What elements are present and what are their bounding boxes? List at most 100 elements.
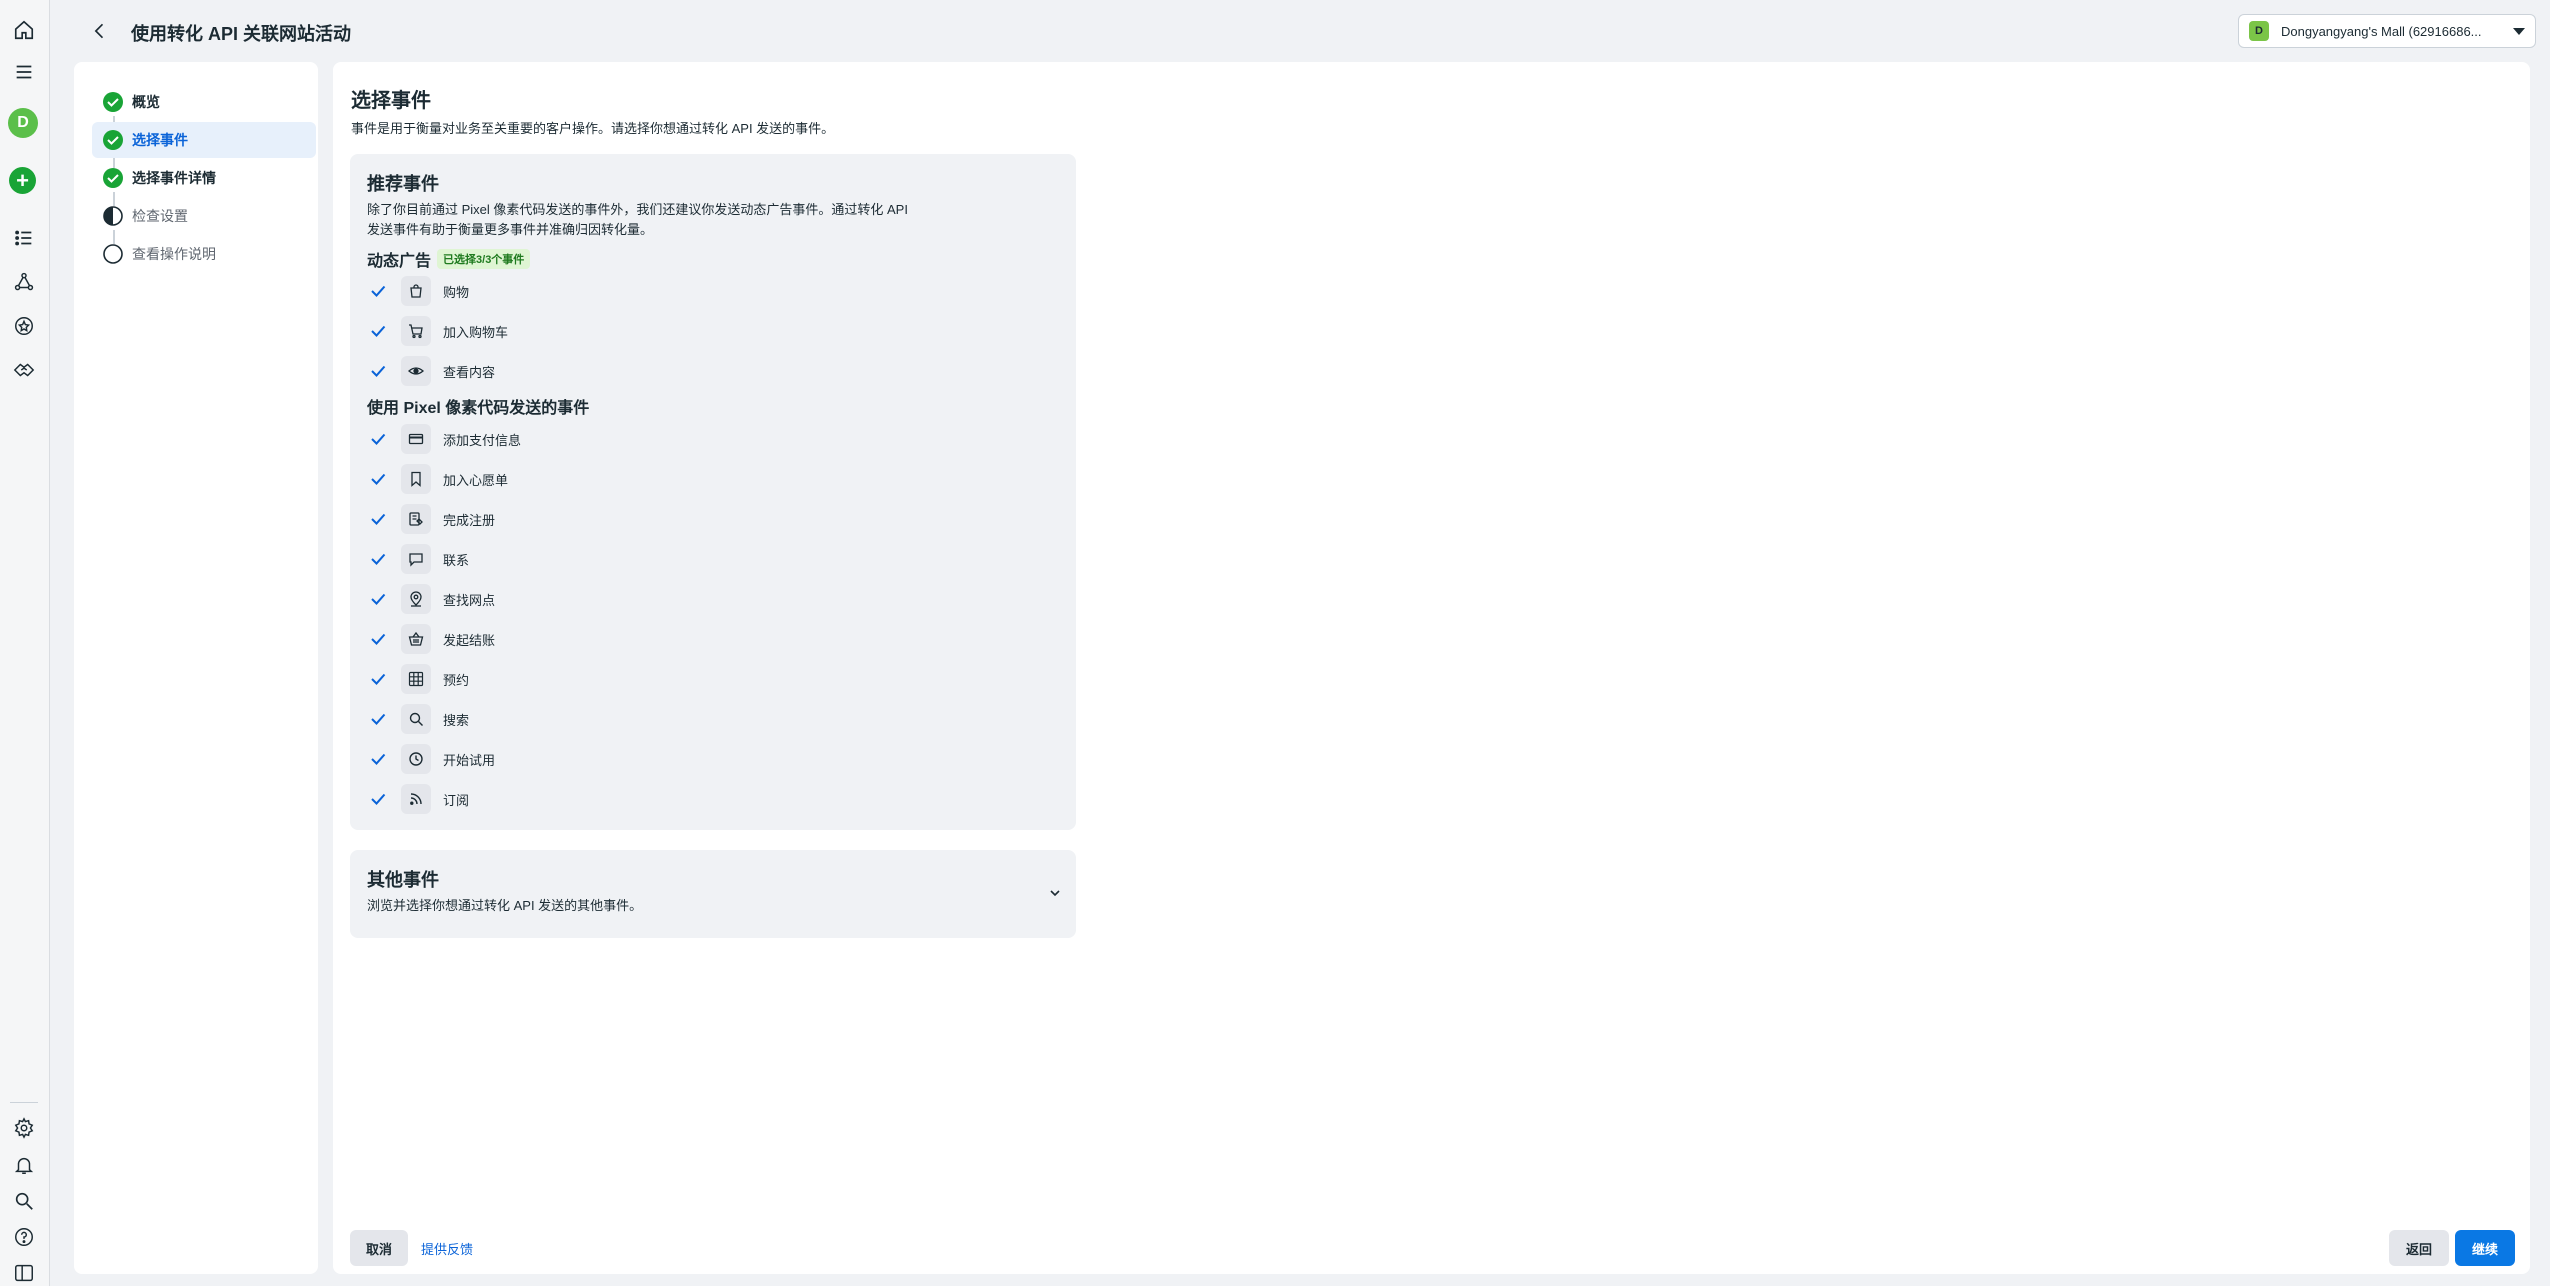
checkbox[interactable] <box>367 548 389 570</box>
feedback-link[interactable]: 提供反馈 <box>409 1230 485 1266</box>
empty-circle-icon <box>103 244 123 264</box>
checkbox[interactable] <box>367 788 389 810</box>
location-pin-icon <box>401 584 431 614</box>
selection-count-badge: 已选择3/3个事件 <box>437 249 531 269</box>
group-title-text: 使用 Pixel 像素代码发送的事件 <box>367 400 590 417</box>
credit-card-icon <box>401 424 431 454</box>
back-arrow-icon[interactable] <box>87 18 113 44</box>
steps-panel: 概览 选择事件 选择事件详情 检查设置 查看操作说明 <box>74 62 318 1274</box>
section-title: 选择事件 <box>351 90 431 112</box>
event-row[interactable]: 查看内容 <box>367 356 495 386</box>
event-label: 添加支付信息 <box>443 432 522 448</box>
event-label: 查找网点 <box>443 592 496 608</box>
event-row[interactable]: 完成注册 <box>367 504 495 534</box>
caret-down-icon <box>2513 27 2525 35</box>
group-title-pixel-events: 使用 Pixel 像素代码发送的事件 <box>367 394 589 418</box>
checkbox[interactable] <box>367 360 389 382</box>
star-badge-icon[interactable] <box>10 312 38 340</box>
step-select-events[interactable]: 选择事件 <box>92 122 316 158</box>
chevron-down-icon[interactable] <box>1048 886 1062 900</box>
search-icon[interactable] <box>10 1187 38 1215</box>
event-row[interactable]: 发起结账 <box>367 624 495 654</box>
chat-bubble-icon <box>401 544 431 574</box>
checkbox[interactable] <box>367 588 389 610</box>
cancel-button[interactable]: 取消 <box>350 1230 408 1266</box>
step-label: 查看操作说明 <box>132 246 216 262</box>
other-events-card[interactable]: 其他事件 浏览并选择你想通过转化 API 发送的其他事件。 <box>350 850 1076 938</box>
event-label: 加入购物车 <box>443 324 509 340</box>
event-label: 购物 <box>443 284 470 300</box>
settings-gear-icon[interactable] <box>10 1114 38 1142</box>
checkbox[interactable] <box>367 708 389 730</box>
group-title-dynamic-ads: 动态广告 已选择3/3个事件 <box>367 247 531 271</box>
event-label: 订阅 <box>443 792 470 808</box>
event-label: 查看内容 <box>443 364 496 380</box>
step-view-instructions[interactable]: 查看操作说明 <box>92 236 316 272</box>
checkbox[interactable] <box>367 668 389 690</box>
step-overview[interactable]: 概览 <box>92 84 316 120</box>
check-circle-icon <box>103 92 123 112</box>
handshake-icon[interactable] <box>10 356 38 384</box>
cart-icon <box>401 316 431 346</box>
event-label: 搜索 <box>443 712 470 728</box>
event-row[interactable]: 购物 <box>367 276 469 306</box>
event-row[interactable]: 加入心愿单 <box>367 464 508 494</box>
checkbox[interactable] <box>367 508 389 530</box>
event-row[interactable]: 查找网点 <box>367 584 495 614</box>
continue-button[interactable]: 继续 <box>2455 1230 2515 1266</box>
event-row[interactable]: 联系 <box>367 544 469 574</box>
event-label: 开始试用 <box>443 752 496 768</box>
search-icon <box>401 704 431 734</box>
card-description-line1: 除了你目前通过 Pixel 像素代码发送的事件外，我们还建议你发送动态广告事件。… <box>367 202 908 217</box>
help-icon[interactable] <box>10 1223 38 1251</box>
half-circle-icon <box>103 206 123 226</box>
checkbox[interactable] <box>367 320 389 342</box>
event-row[interactable]: 订阅 <box>367 784 469 814</box>
check-circle-icon <box>103 130 123 150</box>
checkbox[interactable] <box>367 628 389 650</box>
panel-toggle-icon[interactable] <box>10 1259 38 1286</box>
account-selector[interactable]: D Dongyangyang's Mall (62916686... <box>2238 14 2536 48</box>
menu-icon[interactable] <box>10 58 38 86</box>
checkbox[interactable] <box>367 280 389 302</box>
avatar[interactable]: D <box>8 108 38 138</box>
step-review-settings[interactable]: 检查设置 <box>92 198 316 234</box>
event-row[interactable]: 搜索 <box>367 704 469 734</box>
group-title-text: 动态广告 <box>367 253 432 270</box>
clock-icon <box>401 744 431 774</box>
event-row[interactable]: 开始试用 <box>367 744 495 774</box>
back-button[interactable]: 返回 <box>2389 1230 2449 1266</box>
event-label: 联系 <box>443 552 470 568</box>
create-button[interactable]: + <box>9 167 36 194</box>
check-circle-icon <box>103 168 123 188</box>
bookmark-icon <box>401 464 431 494</box>
card-description: 浏览并选择你想通过转化 API 发送的其他事件。 <box>367 898 643 913</box>
event-row[interactable]: 添加支付信息 <box>367 424 521 454</box>
network-icon[interactable] <box>10 268 38 296</box>
eye-icon <box>401 356 431 386</box>
step-event-details[interactable]: 选择事件详情 <box>92 160 316 196</box>
event-label: 发起结账 <box>443 632 496 648</box>
notification-bell-icon[interactable] <box>10 1151 38 1179</box>
checkbox[interactable] <box>367 748 389 770</box>
account-name: Dongyangyang's Mall (62916686... <box>2281 23 2482 39</box>
calendar-grid-icon <box>401 664 431 694</box>
step-label: 检查设置 <box>132 208 188 224</box>
list-icon[interactable] <box>10 224 38 252</box>
step-label: 概览 <box>132 94 160 110</box>
event-label: 加入心愿单 <box>443 472 509 488</box>
home-icon[interactable] <box>10 16 38 44</box>
event-label: 完成注册 <box>443 512 496 528</box>
basket-icon <box>401 624 431 654</box>
checkbox[interactable] <box>367 468 389 490</box>
card-title: 推荐事件 <box>367 174 439 194</box>
account-badge: D <box>2249 21 2269 41</box>
event-row[interactable]: 加入购物车 <box>367 316 508 346</box>
page-title: 使用转化 API 关联网站活动 <box>131 24 352 44</box>
event-label: 预约 <box>443 672 470 688</box>
checkbox[interactable] <box>367 428 389 450</box>
event-row[interactable]: 预约 <box>367 664 469 694</box>
main-panel: 选择事件 事件是用于衡量对业务至关重要的客户操作。请选择你想通过转化 API 发… <box>333 62 2530 1274</box>
recommended-events-card: 推荐事件 除了你目前通过 Pixel 像素代码发送的事件外，我们还建议你发送动态… <box>350 154 1076 830</box>
left-nav-rail: D + <box>0 0 50 1286</box>
